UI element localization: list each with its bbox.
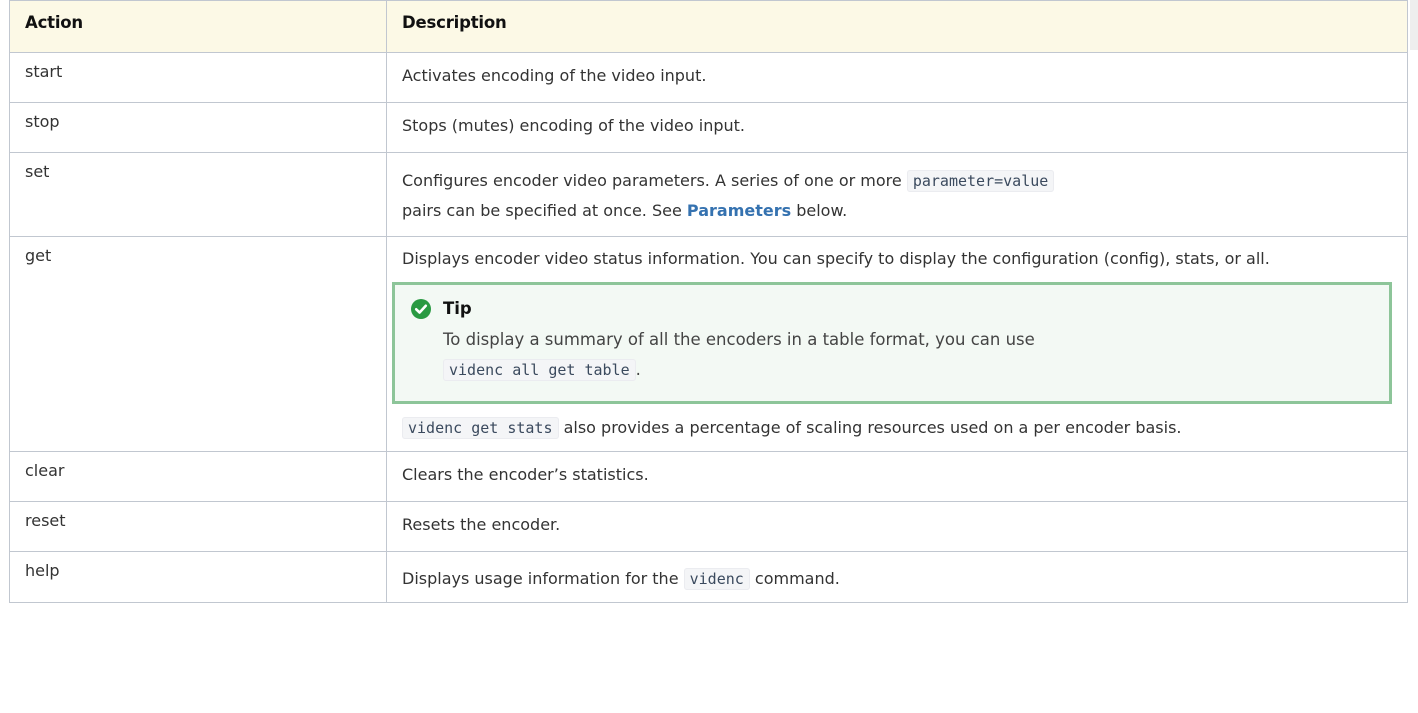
description-cell: Displays encoder video status informatio…: [386, 236, 1408, 452]
table-row: stop Stops (mutes) encoding of the video…: [9, 102, 1408, 153]
action-cell: clear: [9, 451, 387, 502]
action-cell: set: [9, 152, 387, 237]
description-text-after: videnc get stats also provides a percent…: [402, 414, 1392, 442]
description-cell: Resets the encoder.: [386, 501, 1408, 552]
table-row: get Displays encoder video status inform…: [9, 236, 1408, 452]
inline-code: videnc get stats: [402, 417, 559, 439]
tip-body: To display a summary of all the encoders…: [443, 325, 1374, 385]
tip-title: Tip: [443, 299, 472, 318]
action-cell: reset: [9, 501, 387, 552]
header-description: Description: [386, 0, 1408, 53]
inline-code: parameter=value: [906, 170, 1055, 192]
table-row: start Activates encoding of the video in…: [9, 52, 1408, 103]
description-text: also provides a percentage of scaling re…: [558, 418, 1182, 437]
description-text: pairs can be specified at once. See: [402, 201, 687, 220]
tip-panel: Tip To display a summary of all the enco…: [392, 282, 1392, 404]
action-cell: stop: [9, 102, 387, 153]
header-action: Action: [9, 0, 387, 53]
tip-text: To display a summary of all the encoders…: [443, 330, 1035, 349]
scrollbar[interactable]: [1410, 0, 1418, 50]
actions-table: Action Description start Activates encod…: [9, 0, 1408, 603]
description-text: Displays encoder video status informatio…: [402, 249, 1270, 268]
description-cell: Clears the encoder’s statistics.: [386, 451, 1408, 502]
description-text: below.: [791, 201, 848, 220]
inline-code: videnc all get table: [443, 359, 636, 381]
table-row: help Displays usage information for the …: [9, 551, 1408, 603]
action-cell: get: [9, 236, 387, 452]
description-text: Displays usage information for the: [402, 569, 684, 588]
table-row: set Configures encoder video parameters.…: [9, 152, 1408, 237]
description-cell: Stops (mutes) encoding of the video inpu…: [386, 102, 1408, 153]
inline-code: videnc: [683, 568, 750, 590]
table-row: clear Clears the encoder’s statistics.: [9, 451, 1408, 502]
description-cell: Displays usage information for the viden…: [386, 551, 1408, 603]
action-cell: help: [9, 551, 387, 603]
description-text: command.: [749, 569, 840, 588]
tip-header: Tip: [411, 299, 1374, 319]
parameters-link[interactable]: Parameters: [687, 201, 791, 220]
description-cell: Activates encoding of the video input.: [386, 52, 1408, 103]
table-header-row: Action Description: [9, 0, 1408, 53]
check-circle-icon: [411, 299, 431, 319]
description-cell: Configures encoder video parameters. A s…: [386, 152, 1408, 237]
action-cell: start: [9, 52, 387, 103]
tip-text-end: .: [635, 360, 641, 379]
table-row: reset Resets the encoder.: [9, 501, 1408, 552]
description-text: Configures encoder video parameters. A s…: [402, 171, 907, 190]
